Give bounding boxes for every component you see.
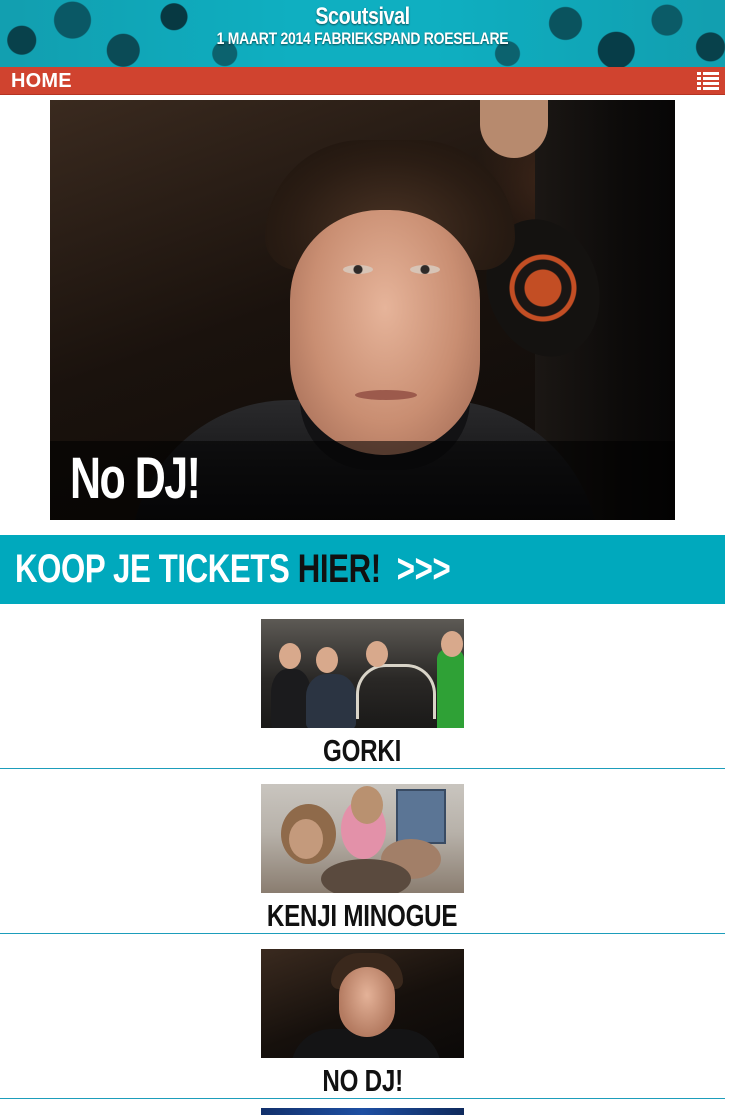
hero-bg-shape bbox=[410, 265, 440, 274]
hero-caption: No DJ! bbox=[70, 446, 201, 511]
site-title-block: Scoutsival 1 MAART 2014 FABRIEKSPAND ROE… bbox=[0, 4, 725, 48]
artist-item[interactable]: NO DJ! bbox=[0, 934, 725, 1099]
thumb-shape bbox=[321, 859, 411, 893]
nav-bar: HOME bbox=[0, 67, 725, 95]
hero-bg-shape bbox=[343, 265, 373, 274]
thumb-shape bbox=[356, 664, 436, 719]
thumb-shape bbox=[306, 674, 356, 728]
thumb-shape bbox=[279, 643, 301, 669]
artist-item[interactable]: GORKI bbox=[0, 604, 725, 769]
artist-thumbnail[interactable] bbox=[261, 784, 464, 893]
list-icon[interactable] bbox=[697, 71, 719, 90]
artist-name[interactable]: NO DJ! bbox=[322, 1064, 403, 1098]
event-date-location: 1 MAART 2014 FABRIEKSPAND ROESELARE bbox=[216, 29, 509, 48]
artist-list: GORKI KENJI MINOGUE NO DJ! bbox=[0, 604, 725, 1115]
page: Scoutsival 1 MAART 2014 FABRIEKSPAND ROE… bbox=[0, 0, 725, 1115]
thumb-shape bbox=[339, 967, 395, 1037]
site-title[interactable]: Scoutsival bbox=[65, 4, 660, 30]
artist-portrait bbox=[290, 210, 480, 455]
artist-item-partial bbox=[0, 1099, 725, 1115]
artist-thumbnail[interactable] bbox=[261, 949, 464, 1058]
artist-thumbnail[interactable] bbox=[261, 1108, 464, 1115]
artist-name[interactable]: GORKI bbox=[323, 734, 401, 768]
thumb-shape bbox=[316, 647, 338, 673]
artist-thumbnail[interactable] bbox=[261, 619, 464, 728]
artist-name[interactable]: KENJI MINOGUE bbox=[267, 899, 458, 933]
thumb-shape bbox=[396, 789, 446, 844]
thumb-shape bbox=[441, 631, 463, 657]
tickets-here-link[interactable]: HIER! bbox=[298, 547, 381, 591]
buy-tickets-banner[interactable]: KOOP JE TICKETS HIER! >>> bbox=[0, 535, 725, 604]
hero-bg-shape bbox=[355, 390, 417, 400]
home-link[interactable]: HOME bbox=[11, 67, 72, 95]
artist-item[interactable]: KENJI MINOGUE bbox=[0, 769, 725, 934]
thumb-shape bbox=[271, 669, 311, 728]
thumb-shape bbox=[366, 641, 388, 667]
thumb-shape bbox=[437, 649, 464, 728]
thumb-shape bbox=[351, 786, 383, 824]
hero-featured-artist[interactable]: No DJ! bbox=[50, 100, 675, 520]
tickets-text-wrap: KOOP JE TICKETS HIER! >>> bbox=[15, 547, 451, 592]
tickets-arrows: >>> bbox=[396, 547, 451, 591]
thumb-shape bbox=[289, 819, 323, 859]
tickets-text: KOOP JE TICKETS bbox=[15, 547, 290, 591]
header-banner: Scoutsival 1 MAART 2014 FABRIEKSPAND ROE… bbox=[0, 0, 725, 67]
